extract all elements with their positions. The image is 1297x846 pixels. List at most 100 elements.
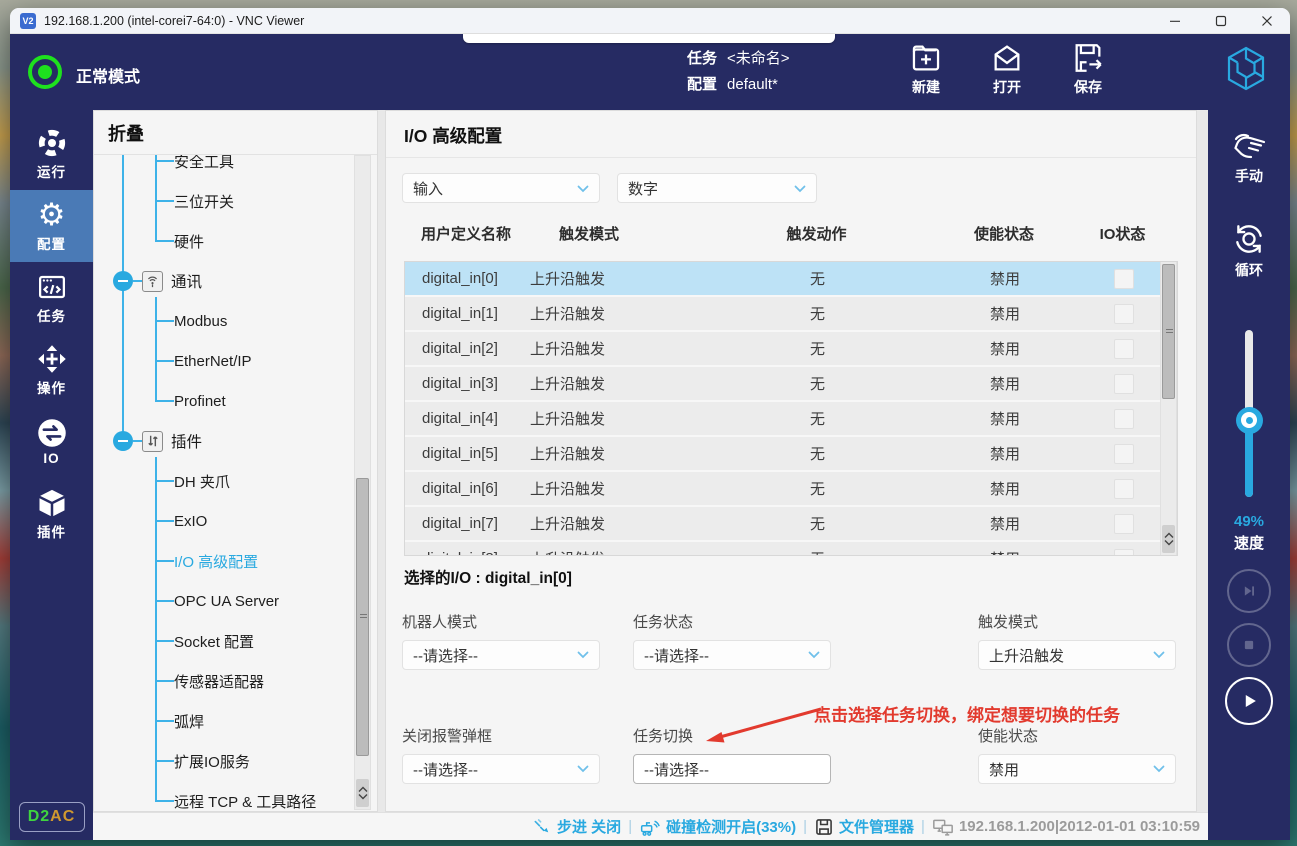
tree-item[interactable]: 通讯	[94, 261, 339, 301]
open-file-icon	[990, 41, 1024, 75]
select-robot-mode[interactable]: --请选择--	[402, 640, 600, 670]
io-state-checkbox[interactable]	[1113, 303, 1134, 324]
status-step[interactable]: 步进 关闭	[532, 816, 621, 837]
io-state-checkbox[interactable]	[1113, 443, 1134, 464]
status-collision[interactable]: 碰撞检测开启(33%)	[639, 816, 796, 837]
topbar-new-label: 新建	[912, 79, 940, 95]
tree-item[interactable]: EtherNet/IP	[94, 341, 339, 381]
tree-item[interactable]: 安全工具	[94, 155, 339, 181]
step-run-button[interactable]	[1227, 569, 1271, 613]
sidebar-item-operate[interactable]: 操作	[10, 334, 93, 406]
tree-item[interactable]: Profinet	[94, 381, 339, 421]
table-scrollbar-arrows[interactable]	[1162, 525, 1175, 553]
tree-item[interactable]: Socket 配置	[94, 621, 339, 661]
speed-slider[interactable]	[1235, 330, 1263, 497]
stop-button[interactable]	[1227, 623, 1271, 667]
speed-slider-knob[interactable]	[1235, 406, 1263, 434]
table-row[interactable]: digital_in[1] 上升沿触发 无 禁用	[405, 297, 1162, 332]
chevron-down-icon	[1153, 765, 1165, 773]
tree-item[interactable]: DH 夹爪	[94, 461, 339, 501]
skip-end-icon	[1239, 581, 1259, 601]
select-close-alarm-popup[interactable]: --请选择--	[402, 754, 600, 784]
sidebar-item-plugin[interactable]: 插件	[10, 478, 93, 550]
tree-scrollbar-thumb[interactable]	[356, 478, 369, 756]
io-state-checkbox[interactable]	[1113, 373, 1134, 394]
collapse-minus-icon[interactable]	[113, 271, 133, 291]
tree-scrollbar-arrows[interactable]	[356, 779, 369, 807]
vnc-toolbar-notch[interactable]	[463, 34, 835, 43]
tree-item-label: I/O 高级配置	[174, 553, 259, 571]
status-file-manager[interactable]: 文件管理器	[814, 816, 914, 837]
table-row[interactable]: digital_in[4] 上升沿触发 无 禁用	[405, 402, 1162, 437]
tree-item[interactable]: 三位开关	[94, 181, 339, 221]
tree-item[interactable]: 弧焊	[94, 701, 339, 741]
io-type-select[interactable]: 数字	[617, 173, 817, 203]
logo-text-orange: AC	[50, 808, 76, 825]
table-row[interactable]: digital_in[8]上升沿触发无禁用	[405, 542, 1162, 555]
d2ac-logo-button[interactable]: D2 AC	[18, 802, 85, 832]
tree-item[interactable]: ExIO	[94, 501, 339, 541]
collapse-header[interactable]: 折叠	[94, 111, 377, 155]
tree-connector-tick	[155, 480, 174, 482]
right-sidebar: 手动 循环 49% 速度	[1208, 110, 1290, 840]
cell-trigger-action: 无	[710, 548, 925, 555]
cell-name: digital_in[0]	[422, 270, 498, 287]
cell-trigger-mode: 上升沿触发	[530, 481, 606, 498]
cell-trigger-mode: 上升沿触发	[530, 376, 606, 393]
table-row[interactable]: digital_in[0] 上升沿触发 无 禁用	[405, 262, 1162, 297]
tree-item[interactable]: 硬件	[94, 221, 339, 261]
collapse-minus-icon[interactable]	[113, 431, 133, 451]
play-button[interactable]	[1225, 677, 1273, 725]
select-task-status[interactable]: --请选择--	[633, 640, 831, 670]
io-direction-select[interactable]: 输入	[402, 173, 600, 203]
topbar-new-button[interactable]: 新建	[898, 41, 954, 97]
column-header: 用户定义名称	[421, 226, 512, 243]
io-state-checkbox[interactable]	[1113, 408, 1134, 429]
tree-item-label: DH 夹爪	[174, 473, 230, 491]
table-row[interactable]: digital_in[5] 上升沿触发 无 禁用	[405, 437, 1162, 472]
select-trigger-mode[interactable]: 上升沿触发	[978, 640, 1176, 670]
tree-item[interactable]: 传感器适配器	[94, 661, 339, 701]
sidebar-item-task[interactable]: 任务	[10, 262, 93, 334]
tree-item[interactable]: Modbus	[94, 301, 339, 341]
maximize-button[interactable]	[1198, 8, 1244, 34]
tree-item[interactable]: 插件	[94, 421, 339, 461]
loop-mode-button[interactable]: 循环	[1232, 222, 1266, 280]
manual-mode-button[interactable]: 手动	[1231, 132, 1267, 186]
table-row[interactable]: digital_in[7] 上升沿触发 无 禁用	[405, 507, 1162, 542]
tree-item[interactable]: 远程 TCP & 工具路径	[94, 781, 339, 811]
file-actions: 新建 打开 保存	[898, 41, 1116, 97]
table-row[interactable]: digital_in[2] 上升沿触发 无 禁用	[405, 332, 1162, 367]
tree-item[interactable]: OPC UA Server	[94, 581, 339, 621]
tree-item[interactable]: I/O 高级配置	[94, 541, 339, 581]
sidebar-item-run[interactable]: 运行	[10, 118, 93, 190]
io-state-checkbox[interactable]	[1113, 513, 1134, 534]
select-enable-state[interactable]: 禁用	[978, 754, 1176, 784]
table-row[interactable]: digital_in[6] 上升沿触发 无 禁用	[405, 472, 1162, 507]
io-state-checkbox[interactable]	[1113, 548, 1134, 555]
topbar-save-button[interactable]: 保存	[1060, 41, 1116, 97]
table-row[interactable]: digital_in[3] 上升沿触发 无 禁用	[405, 367, 1162, 402]
tree-connector-tick	[155, 320, 174, 322]
tree-connector-tick	[155, 800, 174, 802]
cell-trigger-mode: 上升沿触发	[530, 516, 606, 533]
io-state-checkbox[interactable]	[1113, 268, 1134, 289]
tree-connector-tick	[155, 520, 174, 522]
tree-item[interactable]: 扩展IO服务	[94, 741, 339, 781]
tree-scrollbar[interactable]	[354, 155, 371, 810]
table-scrollbar-thumb[interactable]	[1162, 264, 1175, 399]
close-button[interactable]	[1244, 8, 1290, 34]
io-state-checkbox[interactable]	[1113, 338, 1134, 359]
cell-trigger-action: 无	[809, 271, 825, 288]
panel-title: I/O 高级配置	[404, 126, 503, 146]
minimize-button[interactable]	[1152, 8, 1198, 34]
table-scrollbar[interactable]	[1160, 262, 1177, 555]
status-connection[interactable]: 192.168.1.200|2012-01-01 03:10:59	[932, 817, 1200, 837]
sidebar-item-config[interactable]: ⚙ 配置	[10, 190, 93, 262]
sidebar-item-io[interactable]: IO	[10, 406, 93, 478]
topbar-open-button[interactable]: 打开	[979, 41, 1035, 97]
updown-arrows-icon	[142, 430, 163, 452]
io-state-checkbox[interactable]	[1113, 478, 1134, 499]
form-label-enable-state: 使能状态	[978, 728, 1039, 745]
tree-item-label: Socket 配置	[174, 633, 255, 651]
